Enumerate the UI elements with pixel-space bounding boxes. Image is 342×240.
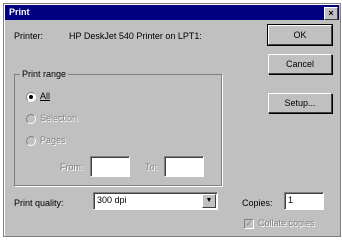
setup-button[interactable]: Setup... bbox=[268, 93, 332, 113]
chevron-down-icon: ▼ bbox=[205, 197, 213, 204]
copies-label: Copies: bbox=[242, 198, 273, 208]
from-field[interactable] bbox=[90, 156, 130, 177]
close-icon: × bbox=[328, 8, 334, 18]
copies-field[interactable]: 1 bbox=[284, 192, 324, 210]
radio-all-label[interactable]: All bbox=[40, 91, 50, 101]
to-field[interactable] bbox=[164, 156, 204, 177]
ok-button[interactable]: OK bbox=[267, 24, 333, 46]
collate-label[interactable]: Collate copies bbox=[258, 218, 315, 228]
from-label: From: bbox=[60, 162, 84, 172]
print-quality-select[interactable]: 300 dpi ▼ bbox=[93, 192, 218, 210]
title-bar[interactable]: Print × bbox=[5, 5, 339, 20]
radio-selection-label[interactable]: Selection bbox=[40, 113, 77, 123]
dropdown-button[interactable]: ▼ bbox=[202, 194, 216, 208]
radio-selection[interactable] bbox=[26, 114, 36, 124]
dialog-title: Print bbox=[9, 7, 30, 17]
to-label: To: bbox=[145, 162, 158, 172]
print-dialog: Print × Printer: HP DeskJet 540 Printer … bbox=[3, 3, 341, 237]
close-button[interactable]: × bbox=[324, 7, 338, 20]
radio-pages-label[interactable]: Pages bbox=[40, 135, 66, 145]
printer-name: HP DeskJet 540 Printer on LPT1: bbox=[69, 31, 202, 41]
radio-pages[interactable] bbox=[26, 136, 36, 146]
copies-value: 1 bbox=[288, 195, 294, 205]
print-quality-label: Print quality: bbox=[14, 198, 64, 208]
print-quality-value: 300 dpi bbox=[97, 195, 127, 205]
print-range-title: Print range bbox=[20, 69, 69, 79]
radio-all[interactable] bbox=[26, 92, 36, 102]
printer-label: Printer: bbox=[14, 31, 44, 41]
collate-checkbox[interactable]: ✓ bbox=[244, 219, 254, 229]
cancel-button[interactable]: Cancel bbox=[268, 54, 332, 74]
check-icon: ✓ bbox=[245, 219, 253, 228]
